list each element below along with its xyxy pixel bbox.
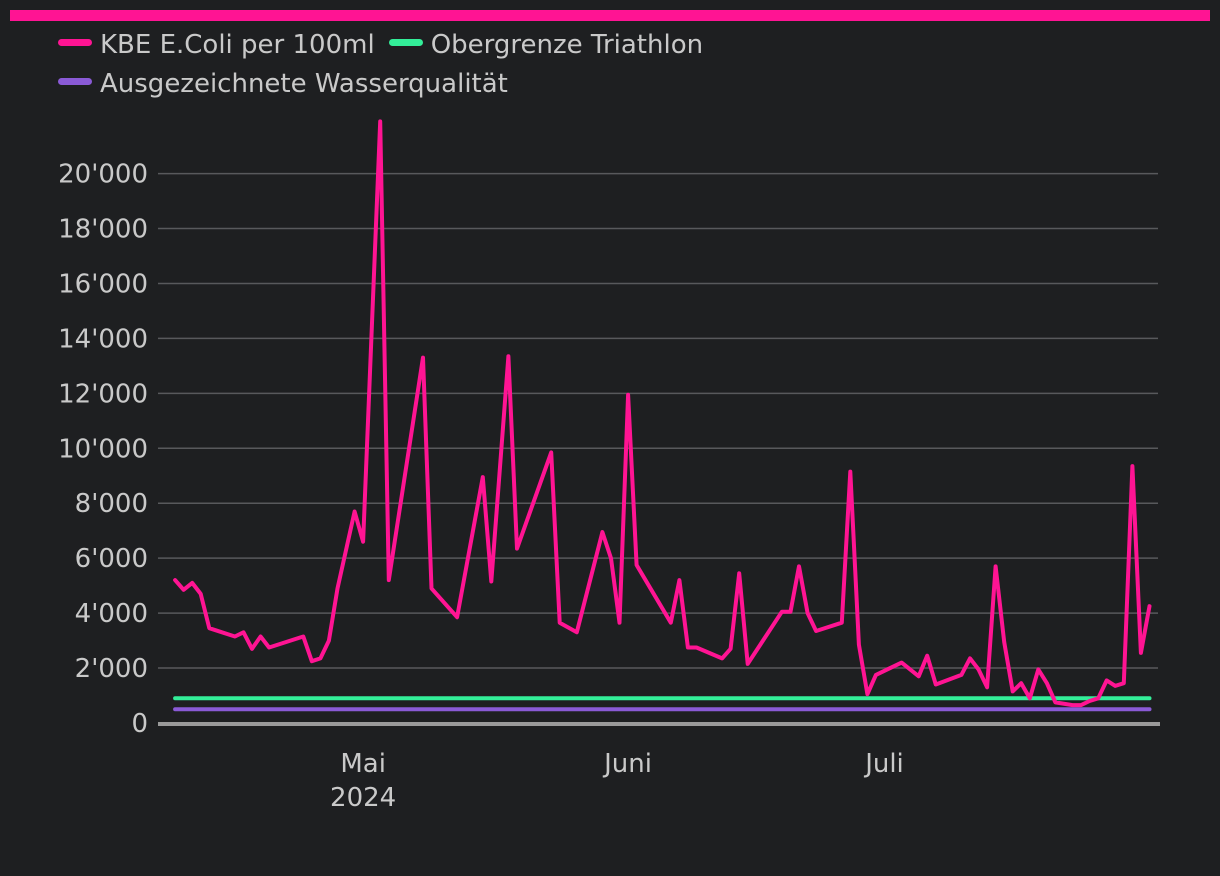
- y-axis-ticks: 0 2'000 4'000 6'000 8'000 10'000 12'000 14'000 1…: [58, 160, 148, 739]
- y-tick-label: 12'000: [58, 379, 148, 409]
- line-chart: 0 2'000 4'000 6'000 8'000 10'000 12'000 14'000 1…: [58, 119, 1160, 813]
- y-tick-label: 6'000: [75, 544, 148, 574]
- x-tick-label: Juli: [863, 749, 904, 779]
- y-tick-label: 14'000: [58, 324, 148, 354]
- x-tick-sublabel: 2024: [330, 783, 396, 813]
- y-tick-label: 8'000: [75, 489, 148, 519]
- y-tick-label: 0: [131, 709, 148, 739]
- y-tick-label: 2'000: [75, 654, 148, 684]
- y-tick-label: 10'000: [58, 434, 148, 464]
- x-axis-ticks: Mai 2024 Juni Juli: [330, 749, 904, 813]
- x-tick-label: Mai: [340, 749, 386, 779]
- series-lines: [173, 119, 1152, 712]
- y-tick-label: 4'000: [75, 599, 148, 629]
- y-tick-label: 16'000: [58, 269, 148, 299]
- y-tick-label: 18'000: [58, 215, 148, 245]
- series-line-ecoli[interactable]: [173, 119, 1152, 708]
- y-tick-label: 20'000: [58, 160, 148, 190]
- x-tick-label: Juni: [602, 749, 652, 779]
- grid-lines: [158, 172, 1158, 669]
